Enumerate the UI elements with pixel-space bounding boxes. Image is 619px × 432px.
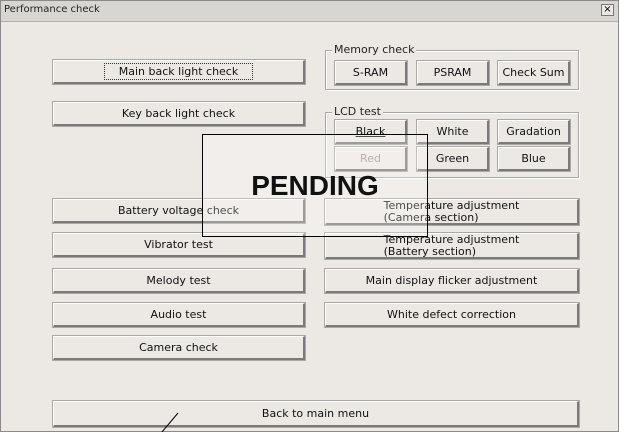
- callout-leader-line: [161, 412, 179, 432]
